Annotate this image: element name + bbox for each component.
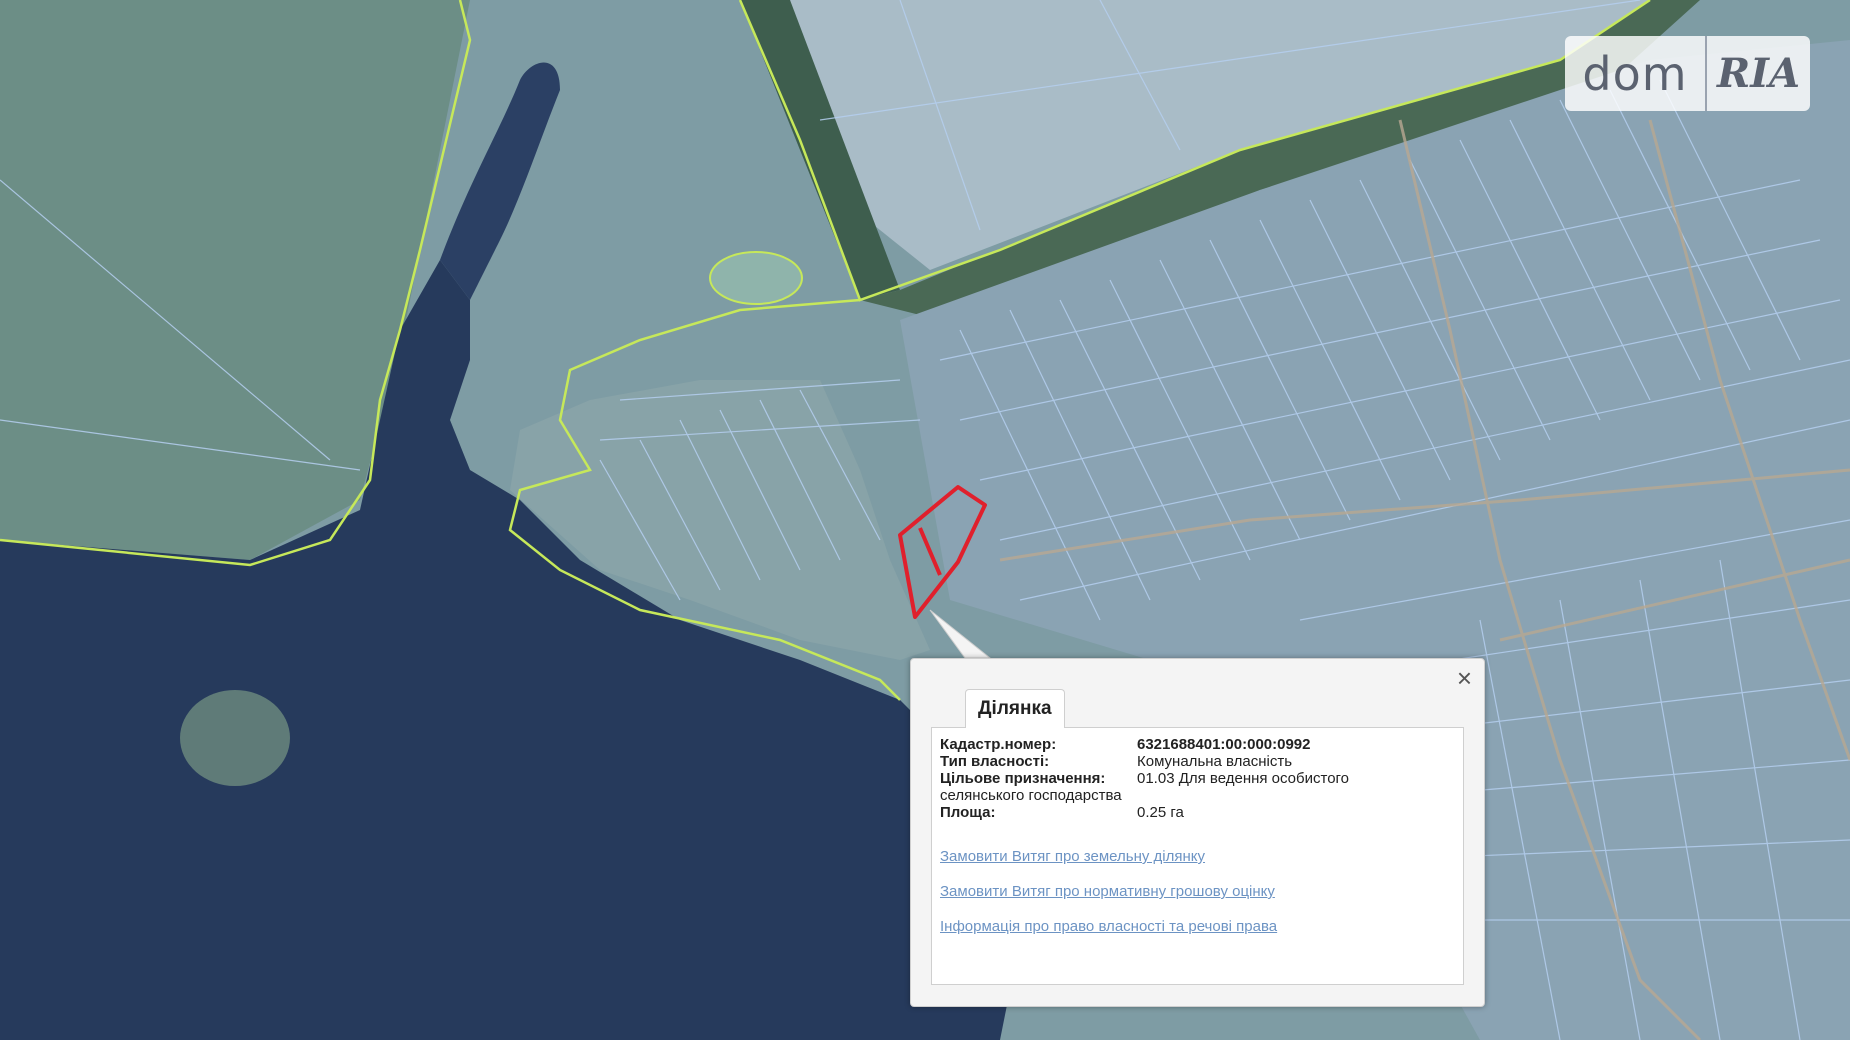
cadastral-number-value: 6321688401:00:000:0992: [1137, 736, 1311, 753]
parcel-info-table: Кадастр.номер: 6321688401:00:000:0992 Ти…: [940, 736, 1455, 821]
pond: [709, 251, 803, 305]
purpose-value: 01.03 Для ведення особистого: [1137, 770, 1350, 787]
order-parcel-extract-link[interactable]: Замовити Витяг про земельну ділянку: [940, 848, 1277, 865]
domria-watermark: dom RIA: [1565, 36, 1810, 111]
parcel-info-popup: × Ділянка Кадастр.номер: 6321688401:00:0…: [910, 658, 1485, 1007]
area-value: 0.25 га: [1137, 804, 1184, 821]
tab-parcel[interactable]: Ділянка: [965, 689, 1065, 728]
row-cadastral-number: Кадастр.номер: 6321688401:00:000:0992: [940, 736, 1455, 753]
purpose-value-continued: селянського господарства: [940, 787, 1122, 804]
popup-content: Кадастр.номер: 6321688401:00:000:0992 Ти…: [931, 727, 1464, 985]
row-ownership-type: Тип власності: Комунальна власність: [940, 753, 1455, 770]
row-purpose: Цільове призначення: 01.03 Для ведення о…: [940, 770, 1455, 787]
ownership-type-value: Комунальна власність: [1137, 753, 1293, 770]
area-label: Площа:: [940, 804, 996, 821]
cadastral-number-label: Кадастр.номер:: [940, 736, 1057, 753]
watermark-ria-logo: RIA: [1717, 50, 1800, 97]
purpose-label: Цільове призначення:: [940, 770, 1106, 787]
close-icon[interactable]: ×: [1457, 665, 1472, 691]
watermark-dom-text: dom: [1582, 46, 1688, 101]
popup-links: Замовити Витяг про земельну ділянку Замо…: [940, 848, 1277, 953]
row-area: Площа: 0.25 га: [940, 804, 1455, 821]
row-purpose-continued: селянського господарства: [940, 787, 1455, 804]
order-valuation-extract-link[interactable]: Замовити Витяг про нормативну грошову оц…: [940, 883, 1277, 900]
purpose-continued-empty: [1137, 787, 1455, 804]
ownership-rights-info-link[interactable]: Інформація про право власності та речові…: [940, 918, 1277, 935]
island: [180, 690, 290, 786]
ownership-type-label: Тип власності:: [940, 753, 1050, 770]
